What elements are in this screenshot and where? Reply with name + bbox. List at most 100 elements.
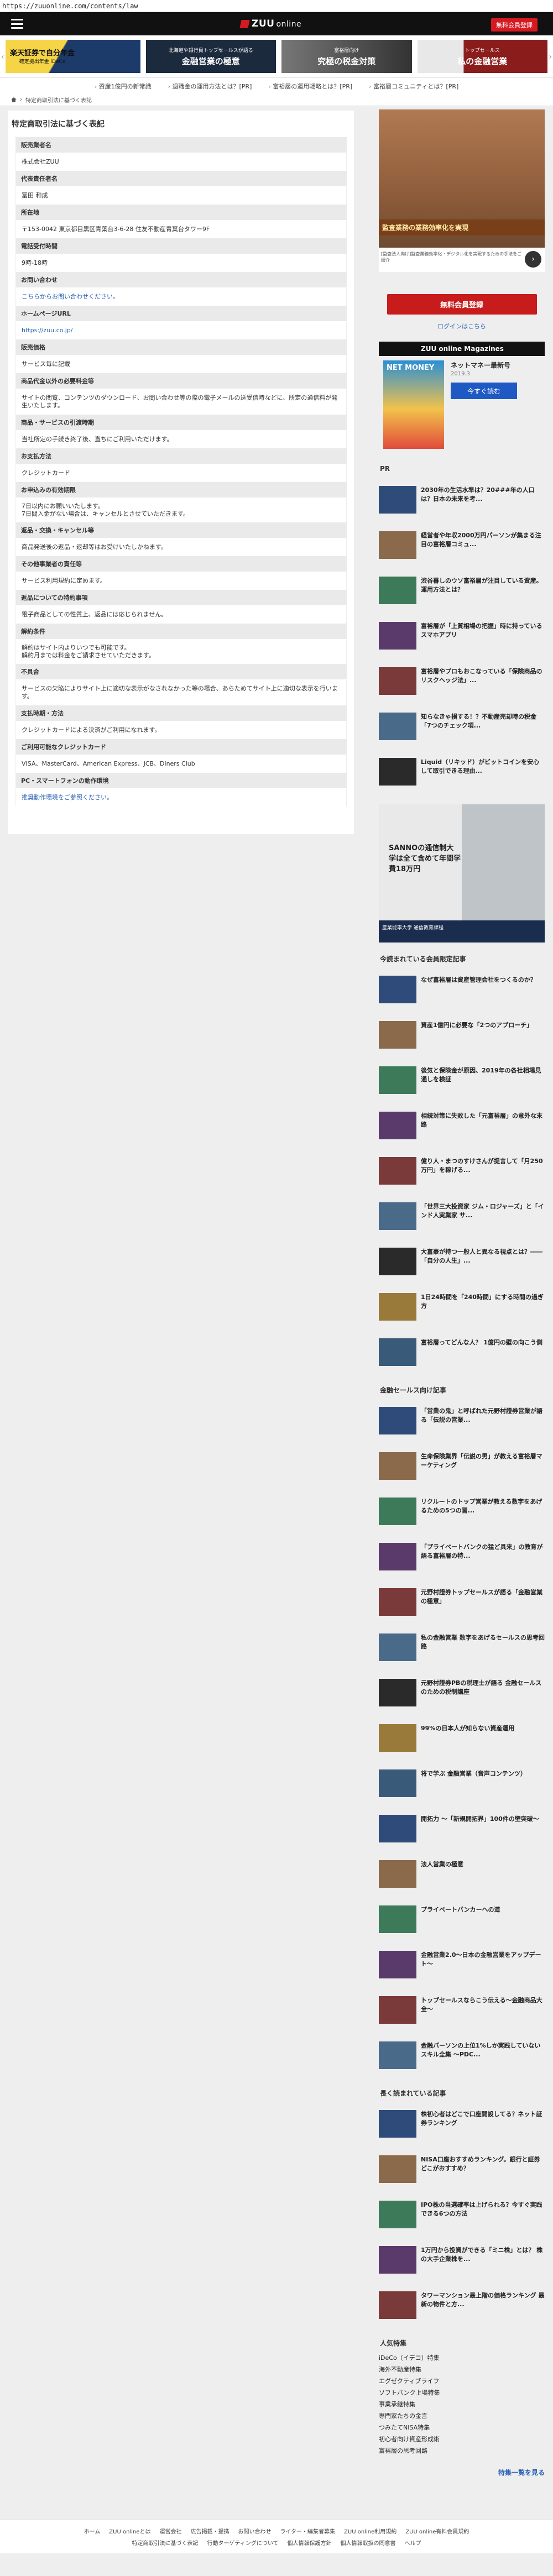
- banner-1[interactable]: 北海道や銀行員トップセールスが語る楽天証券で自分年金確定拠出年金 iDeCo: [6, 40, 140, 73]
- footer-link[interactable]: ライター・編集者募集: [280, 2527, 335, 2535]
- list-item-title[interactable]: 金融営業2.0～日本の金融営業をアップデート～: [421, 1951, 545, 1968]
- thumbnail[interactable]: [379, 1724, 416, 1752]
- thumbnail[interactable]: [379, 1996, 416, 2024]
- menu-icon[interactable]: [11, 19, 23, 29]
- list-item[interactable]: 資産1億円に必要な「2つのアプローチ」: [379, 1021, 545, 1056]
- thumbnail[interactable]: [379, 1338, 416, 1366]
- list-item[interactable]: 富裕層が「上質相場の把握」時に持っているスマホアプリ: [379, 622, 545, 657]
- thumbnail[interactable]: [379, 1498, 416, 1525]
- list-item[interactable]: 金融パーソンの上位1%しか実践していないスキル全集 ～PDC...: [379, 2041, 545, 2077]
- mid-sidebar-ad[interactable]: SANNOの通信制大学は全て含めて年間学費18万円 産業能率大学 通信教育課程: [379, 804, 545, 943]
- thumbnail[interactable]: [379, 1679, 416, 1706]
- list-item[interactable]: 株初心者はどこで口座開設してる？ネット証券ランキング: [379, 2110, 545, 2145]
- banner-3[interactable]: 富裕層向け 究極の税金対策: [281, 40, 412, 73]
- list-item-title[interactable]: 1万円から投資ができる「ミニ株」とは？ 株の大手企業株を...: [421, 2246, 545, 2264]
- thumbnail[interactable]: [379, 1202, 416, 1230]
- list-item-title[interactable]: 資産1億円に必要な「2つのアプローチ」: [421, 1021, 533, 1030]
- list-item[interactable]: 私の金融営業 数字をあげるセールスの思考回路: [379, 1633, 545, 1669]
- list-item[interactable]: 億り人・まつのすけさんが提言して「月250万円」を稼げる...: [379, 1157, 545, 1192]
- footer-link[interactable]: 行動ターゲティングについて: [207, 2538, 278, 2547]
- list-item-title[interactable]: 開拓力 ～「新規開拓界」100件の壁突破～: [421, 1815, 539, 1824]
- list-item-title[interactable]: 生命保険業界「伝説の男」が教える富裕層マーケティング: [421, 1452, 545, 1470]
- thumbnail[interactable]: [379, 622, 416, 650]
- list-item[interactable]: 「世界三大投資家 ジム・ロジャーズ」と「インド人実業家 サ...: [379, 1202, 545, 1238]
- thumbnail[interactable]: [379, 2201, 416, 2228]
- list-item[interactable]: 大富豪が持つ一般人と異なる視点とは？――「自分の人生」...: [379, 1248, 545, 1283]
- thumbnail[interactable]: [379, 2110, 416, 2138]
- list-item-title[interactable]: タワーマンション最上階の価格ランキング 最新の物件と方...: [421, 2291, 545, 2309]
- ad-link[interactable]: 富裕層コミュニティとは？[PR]: [369, 82, 458, 91]
- footer-link[interactable]: 個人情報取扱の同意書: [341, 2538, 396, 2547]
- list-item[interactable]: 法人営業の極意: [379, 1860, 545, 1896]
- tag-link[interactable]: 事業承継特集: [379, 2399, 545, 2410]
- footer-link[interactable]: ZUU onlineとは: [109, 2527, 150, 2535]
- list-item-title[interactable]: 私の金融営業 数字をあげるセールスの思考回路: [421, 1633, 545, 1651]
- list-item-title[interactable]: Liquid（リキッド）がビットコインを安心して取引できる理由...: [421, 758, 545, 776]
- list-item-title[interactable]: なぜ富裕層は資産管理会社をつくるのか？: [421, 976, 536, 985]
- list-item[interactable]: 元野村證券PBの税理士が語る 金融セールスのための税制講座: [379, 1679, 545, 1714]
- home-icon[interactable]: [11, 97, 17, 102]
- chevron-right-icon[interactable]: ›: [549, 53, 552, 61]
- list-item[interactable]: 経営者や年収2000万円パーソンが集まる注目の富裕層コミュ...: [379, 531, 545, 567]
- thumbnail[interactable]: [379, 1293, 416, 1321]
- list-item[interactable]: リクルートのトップ営業が教える数字をあげるための5つの習...: [379, 1498, 545, 1533]
- list-item-title[interactable]: 株初心者はどこで口座開設してる？ネット証券ランキング: [421, 2110, 545, 2128]
- list-item[interactable]: プライベートバンカーへの道: [379, 1905, 545, 1941]
- tag-link[interactable]: iDeCo（イデコ）特集: [379, 2352, 545, 2364]
- thumbnail[interactable]: [379, 1157, 416, 1185]
- list-item-title[interactable]: トップセールスならこう伝える～金融商品大全～: [421, 1996, 545, 2014]
- list-item-title[interactable]: プライベートバンカーへの道: [421, 1905, 500, 1914]
- list-item-title[interactable]: 後気と保険金が原因、2019年の各社相場見通しを検証: [421, 1066, 545, 1084]
- list-item[interactable]: 開拓力 ～「新規開拓界」100件の壁突破～: [379, 1815, 545, 1850]
- list-item-title[interactable]: 富裕層やプロもおこなっている「保険商品のリスクヘッジ法」...: [421, 667, 545, 685]
- list-item[interactable]: 「プライベートバンクの猛ど具来」の教育が語る富裕層の特...: [379, 1543, 545, 1578]
- list-item-title[interactable]: 将で学ぶ 金融営業（音声コンテンツ）: [421, 1769, 526, 1778]
- list-item-title[interactable]: 渋谷暮しのウソ富裕層が注目している資産。運用方法とは？: [421, 577, 545, 594]
- thumbnail[interactable]: [379, 1112, 416, 1139]
- banner-2[interactable]: 北海道や銀行員トップセールスが語る 金融営業の極意: [145, 40, 276, 73]
- list-item-title[interactable]: 「世界三大投資家 ジム・ロジャーズ」と「インド人実業家 サ...: [421, 1202, 545, 1220]
- read-now-button[interactable]: 今すぐ読む: [451, 383, 517, 399]
- tag-link[interactable]: エグゼクティブライフ: [379, 2375, 545, 2387]
- tag-link[interactable]: ソフトバンク上場特集: [379, 2387, 545, 2399]
- list-item-title[interactable]: 相続対策に失敗した「元富裕層」の意外な末路: [421, 1112, 545, 1129]
- list-item-title[interactable]: 元野村證券PBの税理士が語る 金融セールスのための税制講座: [421, 1679, 545, 1697]
- footer-link[interactable]: ヘルプ: [405, 2538, 421, 2547]
- thumbnail[interactable]: [379, 1815, 416, 1842]
- footer-link[interactable]: ZUU online有料会員規約: [405, 2527, 469, 2535]
- footer-link[interactable]: ZUU online利用規約: [344, 2527, 397, 2535]
- list-item-title[interactable]: 富裕層ってどんな人？ 1億円の壁の向こう側: [421, 1338, 542, 1347]
- list-item[interactable]: 「営業の鬼」と呼ばれた元野村證券営業が語る「伝説の営業...: [379, 1407, 545, 1442]
- list-item-title[interactable]: 元野村證券トップセールスが語る「金融営業の極意」: [421, 1588, 545, 1606]
- list-item-title[interactable]: 「営業の鬼」と呼ばれた元野村證券営業が語る「伝説の営業...: [421, 1407, 545, 1425]
- thumbnail[interactable]: [379, 531, 416, 559]
- list-item-title[interactable]: 「プライベートバンクの猛ど具来」の教育が語る富裕層の特...: [421, 1543, 545, 1561]
- list-item-title[interactable]: 知らなきゃ損する！？不動産売却時の税金「7つのチェック項...: [421, 713, 545, 730]
- tag-link[interactable]: 専門家たちの金言: [379, 2410, 545, 2422]
- footer-link[interactable]: 特定商取引法に基づく表記: [132, 2538, 198, 2547]
- thumbnail[interactable]: [379, 1452, 416, 1480]
- list-item[interactable]: 生命保険業界「伝説の男」が教える富裕層マーケティング: [379, 1452, 545, 1488]
- thumbnail[interactable]: [379, 2041, 416, 2069]
- tag-link[interactable]: 初心者向け資産形成術: [379, 2433, 545, 2445]
- thumbnail[interactable]: [379, 1905, 416, 1933]
- def-value-link[interactable]: こちらからお問い合わせください。: [22, 293, 341, 301]
- ad-link[interactable]: 富裕層の運用戦略とは？[PR]: [268, 82, 352, 91]
- arrow-right-icon[interactable]: ›: [525, 251, 541, 268]
- list-item[interactable]: IPO株の当選確率は上げられる？今すぐ実践できる6つの方法: [379, 2201, 545, 2236]
- signup-button[interactable]: 無料会員登録: [491, 18, 538, 32]
- def-value-link[interactable]: https://zuu.co.jp/: [22, 327, 341, 334]
- footer-link[interactable]: 個人情報保護方針: [288, 2538, 332, 2547]
- thumbnail[interactable]: [379, 1407, 416, 1434]
- thumbnail[interactable]: [379, 1021, 416, 1049]
- footer-link[interactable]: 広告掲載・提携: [190, 2527, 229, 2535]
- list-item-title[interactable]: 金融パーソンの上位1%しか実践していないスキル全集 ～PDC...: [421, 2041, 545, 2059]
- free-signup-button[interactable]: 無料会員登録: [387, 294, 537, 315]
- thumbnail[interactable]: [379, 2291, 416, 2319]
- list-item-title[interactable]: 大富豪が持つ一般人と異なる視点とは？――「自分の人生」...: [421, 1248, 545, 1265]
- list-item-title[interactable]: 99%の日本人が知らない資産運用: [421, 1724, 514, 1733]
- list-item-title[interactable]: 億り人・まつのすけさんが提言して「月250万円」を稼げる...: [421, 1157, 545, 1175]
- list-item[interactable]: 元野村證券トップセールスが語る「金融営業の極意」: [379, 1588, 545, 1624]
- url-bar[interactable]: https://zuuonline.com/contents/law: [0, 0, 553, 12]
- ad-link[interactable]: 退職金の運用方法とは？[PR]: [168, 82, 252, 91]
